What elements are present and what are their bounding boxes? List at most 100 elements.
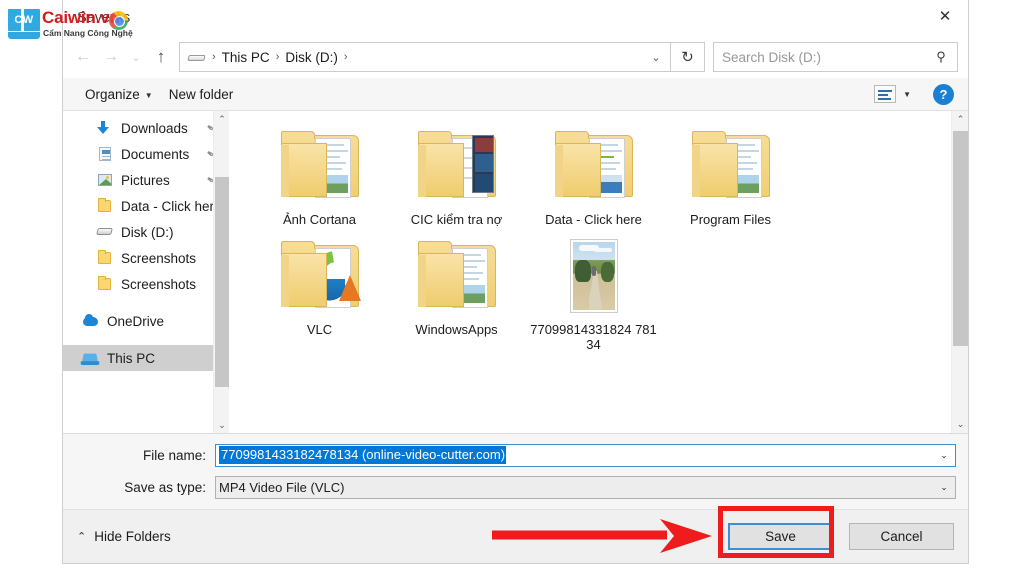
- up-button[interactable]: ↑: [147, 42, 175, 72]
- sidebar-item-label: Pictures: [121, 172, 170, 188]
- savetype-select[interactable]: MP4 Video File (VLC) ⌄: [215, 475, 956, 499]
- file-label: WindowsApps: [415, 322, 498, 337]
- file-item[interactable]: CIC kiểm tra nợ: [388, 121, 525, 227]
- image-thumbnail-icon: [548, 237, 640, 317]
- navigation-sidebar: Downloads ✒ Documents ✒ Pictures ✒ Data …: [63, 111, 229, 433]
- sidebar-item-this-pc[interactable]: This PC: [63, 345, 229, 371]
- breadcrumb-item-this-pc[interactable]: This PC: [219, 50, 273, 65]
- chevron-down-icon[interactable]: ⌄: [933, 482, 955, 493]
- folder-icon: [411, 127, 503, 207]
- back-button[interactable]: ←: [69, 42, 97, 72]
- form-area: File name: 7709981433182478134 (online-v…: [63, 434, 968, 509]
- sidebar-item-label: Data - Click here: [121, 198, 222, 214]
- dialog-title: Save As: [77, 10, 131, 26]
- view-options-icon[interactable]: [874, 85, 897, 103]
- sidebar-item-label: OneDrive: [107, 313, 165, 329]
- close-icon[interactable]: ✕: [922, 0, 968, 31]
- file-label: Ảnh Cortana: [283, 212, 356, 227]
- sidebar-item-screenshots-2[interactable]: Screenshots: [63, 271, 229, 297]
- scroll-down-icon[interactable]: ⌄: [214, 417, 229, 433]
- chevron-down-icon: ▼: [144, 90, 153, 100]
- file-item[interactable]: Ảnh Cortana: [251, 121, 388, 227]
- file-label: VLC: [306, 322, 333, 337]
- scrollbar-thumb[interactable]: [953, 131, 968, 346]
- chevron-down-icon[interactable]: ▼: [903, 90, 911, 99]
- onedrive-icon: [81, 313, 100, 329]
- file-label: 77099814331824 78134: [530, 322, 657, 352]
- drive-icon: [95, 224, 114, 240]
- sidebar-scrollbar[interactable]: ⌃ ⌄: [213, 111, 229, 433]
- download-icon: [95, 120, 114, 136]
- new-folder-button[interactable]: New folder: [161, 78, 242, 110]
- savetype-label: Save as type:: [124, 479, 206, 495]
- scroll-up-icon[interactable]: ⌃: [952, 111, 968, 128]
- search-icon: ⚲: [936, 49, 946, 64]
- dialog-titlebar: Save As ✕: [63, 0, 968, 36]
- address-bar[interactable]: › This PC › Disk (D:) › ⌄: [179, 42, 671, 72]
- watermark-logo-text: CW: [14, 14, 34, 26]
- cancel-button[interactable]: Cancel: [849, 523, 954, 550]
- sidebar-item-data-click-here[interactable]: Data - Click here: [63, 193, 229, 219]
- search-box[interactable]: Search Disk (D:) ⚲: [713, 42, 958, 72]
- chevron-down-icon[interactable]: ⌄: [933, 450, 955, 461]
- hide-folders-label: Hide Folders: [94, 529, 171, 544]
- sidebar-item-onedrive[interactable]: OneDrive: [63, 308, 229, 334]
- file-list-pane: Ảnh Cortana CIC kiểm tra nợ Data - Click…: [229, 111, 968, 433]
- filename-label: File name:: [142, 447, 206, 463]
- organize-label: Organize: [85, 86, 140, 102]
- scrollbar-thumb[interactable]: [215, 177, 229, 387]
- sidebar-item-screenshots-1[interactable]: Screenshots: [63, 245, 229, 271]
- sidebar-item-label: Disk (D:): [121, 224, 174, 240]
- file-item[interactable]: WindowsApps: [388, 231, 525, 352]
- navigation-bar: ← → ⌄ ↑ › This PC › Disk (D:) › ⌄ ↻ Sear…: [63, 36, 968, 78]
- file-pane-scrollbar[interactable]: ⌃ ⌄: [951, 111, 968, 433]
- sidebar-item-label: Documents: [121, 146, 190, 162]
- file-item[interactable]: VLC: [251, 231, 388, 352]
- refresh-button[interactable]: ↻: [671, 42, 705, 72]
- forward-button[interactable]: →: [97, 42, 125, 72]
- help-button[interactable]: ?: [933, 83, 954, 105]
- sidebar-item-label: This PC: [107, 350, 156, 366]
- sidebar-item-documents[interactable]: Documents ✒: [63, 141, 229, 167]
- this-pc-icon: [81, 350, 100, 366]
- file-label: CIC kiểm tra nợ: [410, 212, 503, 227]
- scroll-up-icon[interactable]: ⌃: [214, 111, 229, 127]
- folder-icon: [411, 237, 503, 317]
- search-input[interactable]: Search Disk (D:): [722, 50, 933, 65]
- sidebar-item-label: Downloads: [121, 120, 188, 136]
- file-label: Program Files: [690, 212, 771, 227]
- sidebar-item-disk-d[interactable]: Disk (D:): [63, 219, 229, 245]
- dialog-footer: ⌃ Hide Folders Save Cancel: [63, 509, 968, 563]
- file-grid: Ảnh Cortana CIC kiểm tra nợ Data - Click…: [229, 111, 935, 356]
- folder-icon: [274, 127, 366, 207]
- scroll-down-icon[interactable]: ⌄: [952, 416, 968, 433]
- folder-icon: [95, 276, 114, 292]
- pictures-icon: [95, 172, 114, 188]
- sidebar-item-downloads[interactable]: Downloads ✒: [63, 115, 229, 141]
- folder-icon: [685, 127, 777, 207]
- file-item[interactable]: Data - Click here: [525, 121, 662, 227]
- sidebar-item-pictures[interactable]: Pictures ✒: [63, 167, 229, 193]
- organize-button[interactable]: Organize ▼: [77, 78, 161, 110]
- file-item[interactable]: 77099814331824 78134: [525, 231, 662, 352]
- filename-input[interactable]: 7709981433182478134 (online-video-cutter…: [215, 443, 956, 467]
- document-icon: [95, 146, 114, 162]
- save-button[interactable]: Save: [728, 523, 833, 550]
- chevron-up-icon: ⌃: [77, 531, 87, 543]
- recent-locations-button[interactable]: ⌄: [125, 42, 147, 72]
- folder-icon: [548, 127, 640, 207]
- chevron-down-icon[interactable]: ⌄: [646, 51, 666, 64]
- watermark-logo-icon: CW: [8, 9, 40, 39]
- breadcrumb-item-disk-d[interactable]: Disk (D:): [282, 50, 341, 65]
- folder-icon: [95, 198, 114, 214]
- file-item[interactable]: Program Files: [662, 121, 799, 227]
- breadcrumb-separator: ›: [343, 51, 348, 63]
- sidebar-item-label: Screenshots: [121, 250, 197, 266]
- breadcrumb-separator: ›: [212, 51, 216, 63]
- filename-value[interactable]: 7709981433182478134 (online-video-cutter…: [219, 446, 507, 464]
- sidebar-item-label: Screenshots: [121, 276, 197, 292]
- folder-icon: [95, 250, 114, 266]
- savetype-row: Save as type: MP4 Video File (VLC) ⌄: [63, 475, 968, 499]
- hide-folders-button[interactable]: ⌃ Hide Folders: [77, 529, 171, 544]
- dialog-body: Downloads ✒ Documents ✒ Pictures ✒ Data …: [63, 111, 968, 434]
